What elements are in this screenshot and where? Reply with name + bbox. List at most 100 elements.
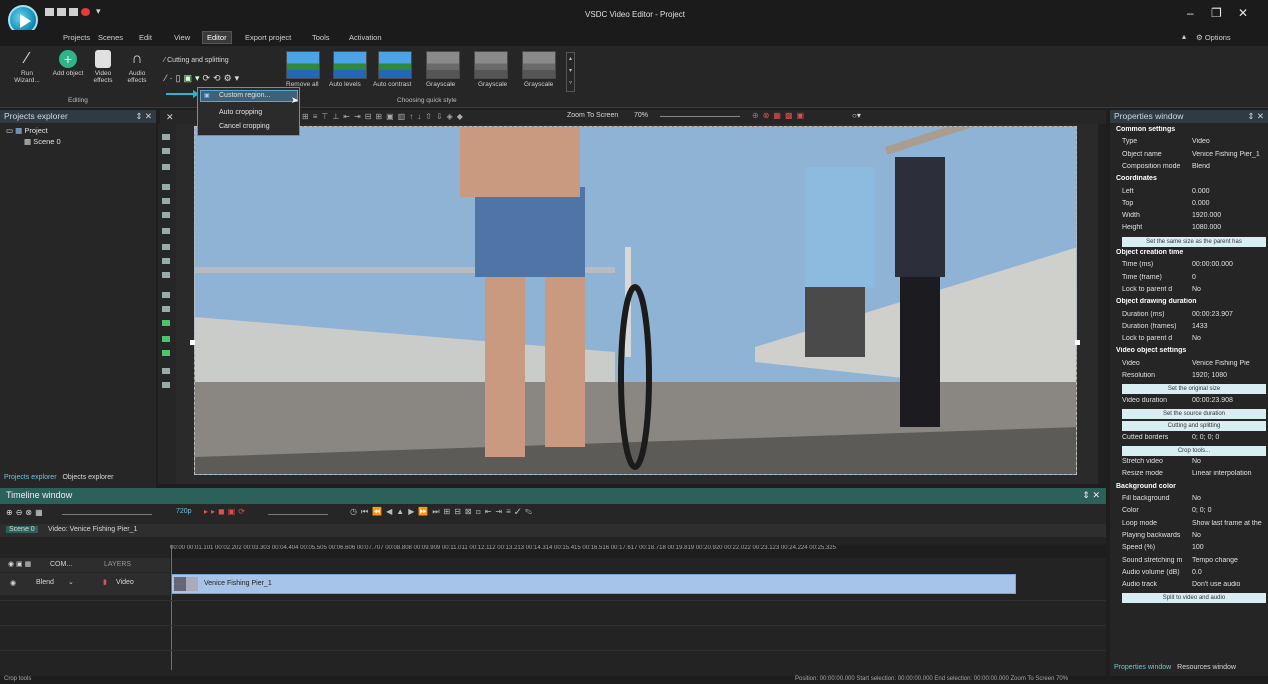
style-grayscale-thumb-3[interactable] xyxy=(522,51,556,79)
crop-menu-cancel-cropping[interactable]: Cancel cropping xyxy=(219,123,270,130)
tree-item-scene[interactable]: ▦ Scene 0 xyxy=(24,137,61,146)
property-value[interactable]: 1433 xyxy=(1192,323,1208,330)
chart-tool-icon[interactable] xyxy=(162,292,170,298)
property-action-button[interactable]: Set the original size xyxy=(1122,384,1266,395)
chevron-down-icon[interactable]: ⌄ xyxy=(68,578,74,586)
resolution-select[interactable]: 720p xyxy=(176,508,192,515)
property-value[interactable]: Don't use audio xyxy=(1192,581,1240,588)
tab-objects-explorer[interactable]: Objects explorer xyxy=(62,474,113,481)
ellipse-tool-icon[interactable] xyxy=(162,212,170,218)
property-value[interactable]: No xyxy=(1192,458,1201,465)
property-value[interactable]: 0.000 xyxy=(1192,200,1210,207)
pointer-tool-icon[interactable] xyxy=(162,134,170,140)
timeline-ruler[interactable]: 00:00 00:01.101 00:02.202 00:03.303 00:0… xyxy=(170,545,1106,558)
property-value[interactable]: 0.000 xyxy=(1192,188,1210,195)
menu-activation[interactable]: Activation xyxy=(349,33,382,42)
style-grayscale-thumb-2[interactable] xyxy=(474,51,508,79)
tab-scene[interactable]: Scene 0 xyxy=(6,526,38,533)
collapse-ribbon-icon[interactable]: ▴ xyxy=(1182,32,1186,41)
property-value[interactable]: No xyxy=(1192,286,1201,293)
image-tool-icon[interactable] xyxy=(162,320,170,326)
sprite-tool-icon[interactable] xyxy=(162,272,170,278)
close-icon[interactable]: ✕ xyxy=(1238,6,1248,20)
property-value[interactable]: No xyxy=(1192,495,1201,502)
property-value[interactable]: 0; 0; 0; 0 xyxy=(1192,434,1219,441)
blend-select[interactable]: Blend xyxy=(36,579,54,586)
property-value[interactable]: 0 xyxy=(1192,274,1196,281)
property-value[interactable]: No xyxy=(1192,335,1201,342)
property-value[interactable]: Tempo change xyxy=(1192,557,1238,564)
rect-tool-icon[interactable] xyxy=(162,198,170,204)
property-value[interactable]: 1920.000 xyxy=(1192,212,1221,219)
property-value[interactable]: Show last frame at the xyxy=(1192,520,1262,527)
tree-item-project[interactable]: ▭ ▦ Project xyxy=(6,126,48,135)
tab-properties-window[interactable]: Properties window xyxy=(1114,664,1171,671)
property-value[interactable]: Blend xyxy=(1192,163,1210,170)
style-remove-all-thumb[interactable] xyxy=(286,51,320,79)
property-value[interactable]: Linear interpolation xyxy=(1192,470,1252,477)
align-tools-icon[interactable]: ⊞≡⊤⊥⇤⇥⊟⊞▣▥↑↓⇧⇩◈◆ xyxy=(302,112,467,121)
restore-icon[interactable]: ❐ xyxy=(1211,6,1222,20)
audio-tool-icon[interactable] xyxy=(162,350,170,356)
grid-tools-icon[interactable]: ⊕⊗▦▩▣ xyxy=(752,111,808,120)
subtitle-tool-icon[interactable] xyxy=(162,258,170,264)
property-value[interactable]: 00:00:00.000 xyxy=(1192,261,1233,268)
pin-close-icon[interactable]: ⇕ ✕ xyxy=(135,111,152,122)
property-value[interactable]: Video xyxy=(1192,138,1210,145)
settings-icon[interactable]: ○▾ xyxy=(852,111,861,120)
style-auto-levels-thumb[interactable] xyxy=(333,51,367,79)
open-icon[interactable] xyxy=(57,8,66,16)
resize-handle-left[interactable] xyxy=(190,340,195,345)
style-grayscale-thumb-1[interactable] xyxy=(426,51,460,79)
property-value[interactable]: No xyxy=(1192,532,1201,539)
cursor-tool-icon[interactable] xyxy=(162,164,170,170)
video-tool-icon[interactable] xyxy=(162,336,170,342)
property-value[interactable]: 100 xyxy=(1192,544,1204,551)
property-action-button[interactable]: Split to video and audio xyxy=(1122,593,1266,604)
timeline-pin-icon[interactable]: ⇕ ✕ xyxy=(1082,490,1100,501)
record-tools-icon[interactable]: ▸▸◼▣⟳ xyxy=(204,507,248,516)
property-action-button[interactable]: Set the source duration xyxy=(1122,408,1266,419)
save-icon[interactable] xyxy=(69,8,78,16)
crop-menu-custom-region[interactable]: Custom region... xyxy=(219,92,270,99)
timeline-zoom-slider[interactable] xyxy=(62,514,152,515)
menu-export-project[interactable]: Export project xyxy=(245,33,291,42)
volume-slider[interactable] xyxy=(268,514,328,515)
gallery-scroll[interactable]: ▴ ▾ ▿ xyxy=(566,52,575,92)
menu-scenes[interactable]: Scenes xyxy=(98,33,123,42)
property-value[interactable]: Venice Fishing Pier_1 xyxy=(1192,151,1260,158)
property-value[interactable]: 0; 0; 0 xyxy=(1192,507,1211,514)
tab-resources-window[interactable]: Resources window xyxy=(1177,664,1236,671)
property-section-header[interactable]: Object creation time xyxy=(1114,249,1266,261)
canvas-scrollbar[interactable] xyxy=(1098,124,1106,484)
property-section-header[interactable]: Object drawing duration xyxy=(1114,298,1266,310)
eye-icon[interactable]: ◉ xyxy=(10,579,16,587)
hand-tool-icon[interactable] xyxy=(162,148,170,154)
property-action-button[interactable]: Crop tools... xyxy=(1122,445,1266,456)
video-clip[interactable]: Venice Fishing Pier_1 xyxy=(171,574,1016,594)
quick-access-dropdown-icon[interactable]: ▾ xyxy=(96,6,101,17)
menu-edit[interactable]: Edit xyxy=(139,33,152,42)
video-preview[interactable] xyxy=(194,126,1077,475)
menu-projects[interactable]: Projects xyxy=(63,33,90,42)
property-value[interactable]: 0.0 xyxy=(1192,569,1202,576)
tab-projects-explorer[interactable]: Projects explorer xyxy=(4,474,57,481)
property-value[interactable]: 00:00:23.908 xyxy=(1192,397,1233,404)
menu-tools[interactable]: Tools xyxy=(312,33,330,42)
zoom-select[interactable]: 70% xyxy=(634,112,648,119)
curve-tool-icon[interactable] xyxy=(162,228,170,234)
cutting-splitting-button[interactable]: ⁄ Cutting and splitting xyxy=(164,57,229,64)
video-effects-button[interactable]: Video effects xyxy=(87,50,119,84)
layer-controls-icon[interactable]: ◉ ▣ ▦ xyxy=(8,560,31,568)
record-icon[interactable] xyxy=(81,8,90,16)
property-action-button[interactable]: Cutting and splitting xyxy=(1122,421,1266,432)
crop-menu-auto-cropping[interactable]: Auto cropping xyxy=(219,109,262,116)
property-section-header[interactable]: Video object settings xyxy=(1114,347,1266,359)
zoom-slider[interactable] xyxy=(660,116,740,117)
property-value[interactable]: Venice Fishing Pie xyxy=(1192,360,1250,367)
run-wizard-button[interactable]: ⁄ Run Wizard... xyxy=(8,50,46,84)
menu-editor[interactable]: Editor xyxy=(202,31,232,44)
cut-tools-row[interactable]: ⁄·▯▣▾⟳⟲⚙▾ xyxy=(165,73,242,84)
text-tool-icon[interactable] xyxy=(162,244,170,250)
playback-controls[interactable]: ◷⏮⏪◀▲▶⏩⏭⊞⊟⊠⊡⇤⇥≡✓✎ xyxy=(350,507,536,517)
